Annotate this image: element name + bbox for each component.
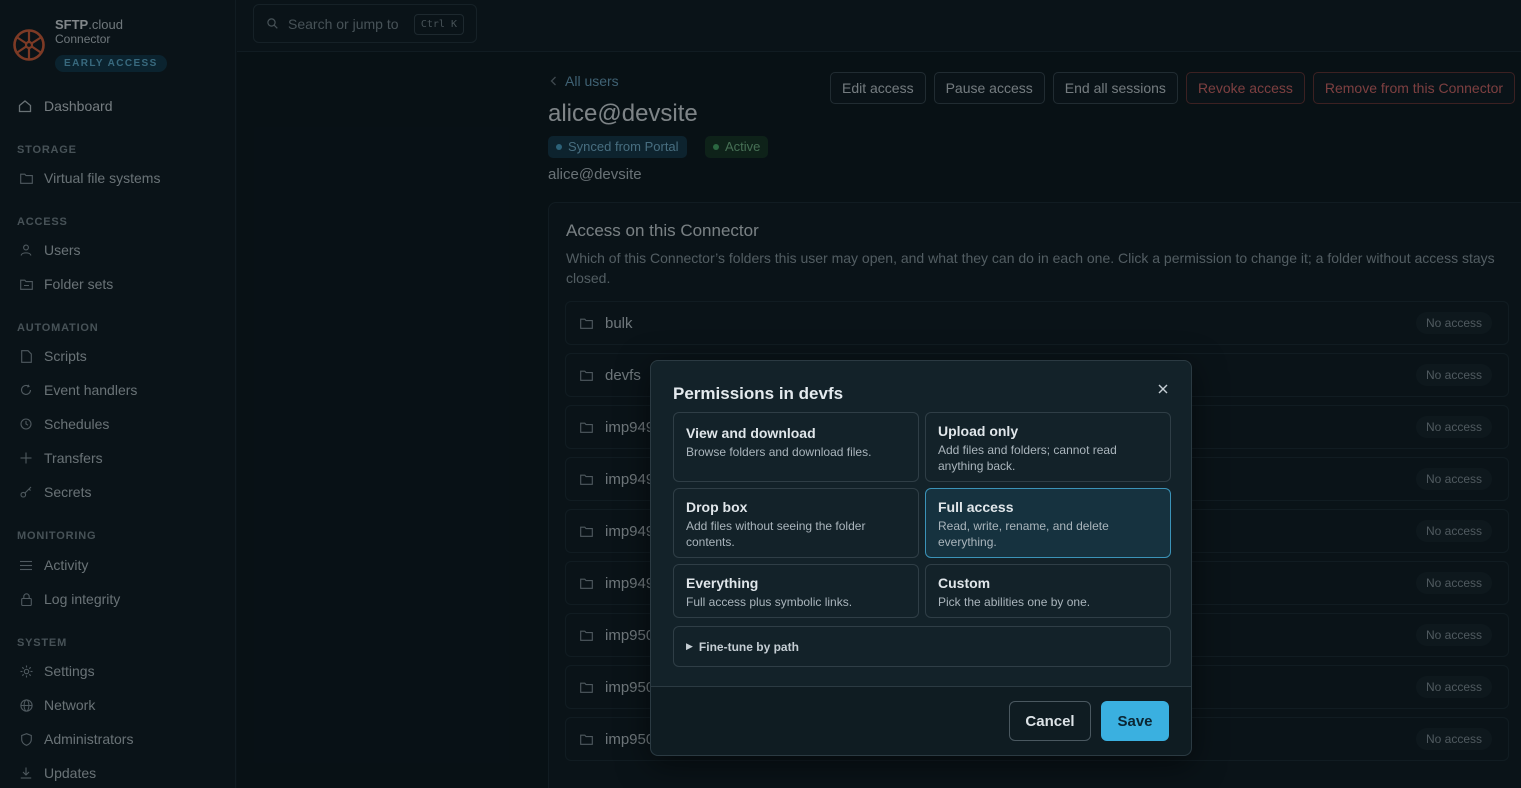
dialog-footer: Cancel Save xyxy=(651,686,1191,755)
option-upload-only[interactable]: Upload only Add files and folders; canno… xyxy=(925,412,1171,482)
dialog-title: Permissions in devfs xyxy=(673,384,844,403)
fine-tune-label: Fine-tune by path xyxy=(698,639,799,654)
option-title: Upload only xyxy=(938,423,1019,439)
option-description: Read, write, rename, and delete everythi… xyxy=(938,519,1109,549)
option-title: Custom xyxy=(938,575,991,591)
option-title: View and download xyxy=(686,425,816,441)
option-custom[interactable]: Custom Pick the abilities one by one. xyxy=(925,564,1171,618)
cancel-button[interactable]: Cancel xyxy=(1009,701,1091,741)
disclosure-triangle-icon: ▶ xyxy=(686,641,693,651)
option-description: Full access plus symbolic links. xyxy=(686,595,853,609)
fine-tune-by-path-toggle[interactable]: ▶ Fine-tune by path xyxy=(673,626,1171,667)
option-everything[interactable]: Everything Full access plus symbolic lin… xyxy=(673,564,919,618)
option-description: Browse folders and download files. xyxy=(686,445,872,459)
option-title: Everything xyxy=(686,575,759,591)
option-full-access[interactable]: Full access Read, write, rename, and del… xyxy=(925,488,1171,558)
option-title: Full access xyxy=(938,499,1014,515)
option-description: Add files and folders; cannot read anyth… xyxy=(938,443,1117,473)
option-title: Drop box xyxy=(686,499,748,515)
close-icon[interactable] xyxy=(1155,381,1171,397)
save-button[interactable]: Save xyxy=(1101,701,1169,741)
option-view-and-download[interactable]: View and download Browse folders and dow… xyxy=(673,412,919,482)
option-description: Pick the abilities one by one. xyxy=(938,595,1091,609)
option-description: Add files without seeing the folder cont… xyxy=(686,519,866,549)
permissions-dialog: Permissions in devfs View and download B… xyxy=(650,360,1192,756)
option-drop-box[interactable]: Drop box Add files without seeing the fo… xyxy=(673,488,919,558)
